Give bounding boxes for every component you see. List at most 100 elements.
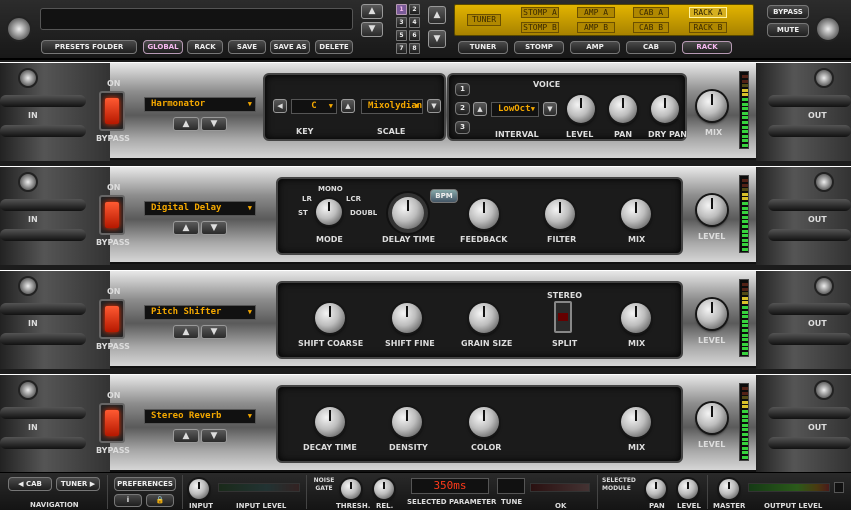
bpm-button[interactable]: BPM	[430, 189, 458, 203]
tab-tuner[interactable]: TUNER	[458, 41, 508, 54]
preset-up-button[interactable]: ▲	[361, 4, 383, 19]
chain-amp-b[interactable]: AMP B	[577, 22, 615, 33]
voice-2-button[interactable]: 2	[455, 102, 470, 115]
nav-cab-button[interactable]: ◀ CAB	[8, 477, 52, 491]
key-select[interactable]: C	[291, 99, 337, 114]
bank-down-button[interactable]: ▼	[428, 30, 446, 48]
color-knob[interactable]	[469, 407, 499, 437]
tab-amp[interactable]: AMP	[570, 41, 620, 54]
chain-stomp-a[interactable]: STOMP A	[521, 7, 559, 18]
feedback-knob[interactable]	[469, 199, 499, 229]
pitch-mix-knob[interactable]	[621, 303, 651, 333]
bypass-switch[interactable]	[99, 299, 125, 339]
bank-7[interactable]: 7	[396, 43, 407, 54]
mix-knob[interactable]	[697, 91, 727, 121]
level-knob[interactable]	[697, 403, 727, 433]
save-as-button[interactable]: SAVE AS	[270, 40, 310, 54]
shift-coarse-knob[interactable]	[315, 303, 345, 333]
effect-select[interactable]: Stereo Reverb	[144, 409, 256, 424]
dry-pan-knob[interactable]	[651, 95, 679, 123]
chain-rack-a[interactable]: RACK A	[689, 7, 727, 18]
stereo-split-switch[interactable]	[554, 301, 572, 333]
scale-up-button[interactable]: ▲	[341, 99, 355, 113]
delay-mix-knob[interactable]	[621, 199, 651, 229]
feedback-label: FEEDBACK	[460, 235, 508, 244]
grain-size-knob[interactable]	[469, 303, 499, 333]
module-level-knob[interactable]	[678, 479, 698, 499]
density-knob[interactable]	[392, 407, 422, 437]
chain-amp-a[interactable]: AMP A	[577, 7, 615, 18]
effect-select[interactable]: Digital Delay	[144, 201, 256, 216]
master-knob[interactable]	[719, 479, 739, 499]
bank-8[interactable]: 8	[409, 43, 420, 54]
effect-prev-button[interactable]: ▲	[173, 117, 199, 131]
voice-3-button[interactable]: 3	[455, 121, 470, 134]
effect-prev-button[interactable]: ▲	[173, 429, 199, 443]
interval-select[interactable]: LowOct	[491, 102, 539, 117]
meter-segment	[742, 446, 748, 450]
scale-down-button[interactable]: ▼	[427, 99, 441, 113]
delay-time-knob[interactable]	[392, 197, 424, 229]
nav-tuner-button[interactable]: TUNER ▶	[56, 477, 100, 491]
preferences-button[interactable]: PREFERENCES	[114, 477, 176, 491]
rack-button[interactable]: RACK	[187, 40, 223, 54]
global-button[interactable]: GLOBAL	[143, 40, 183, 54]
level-knob[interactable]	[697, 299, 727, 329]
mode-knob[interactable]	[316, 199, 342, 225]
thresh-knob[interactable]	[341, 479, 361, 499]
delete-button[interactable]: DELETE	[315, 40, 353, 54]
tab-rack[interactable]: RACK	[682, 41, 732, 54]
interval-down-button[interactable]: ▼	[543, 102, 557, 116]
level-knob[interactable]	[697, 195, 727, 225]
bank-1[interactable]: 1	[396, 4, 407, 15]
effect-next-button[interactable]: ▼	[201, 221, 227, 235]
bank-6[interactable]: 6	[409, 30, 420, 41]
effect-prev-button[interactable]: ▲	[173, 325, 199, 339]
preset-down-button[interactable]: ▼	[361, 22, 383, 37]
reverb-mix-knob[interactable]	[621, 407, 651, 437]
rack-screw	[18, 276, 38, 296]
input-knob[interactable]	[189, 479, 209, 499]
info-button[interactable]: i	[114, 494, 142, 507]
global-bypass-button[interactable]: BYPASS	[767, 5, 809, 19]
bank-5[interactable]: 5	[396, 30, 407, 41]
module-pan-knob[interactable]	[646, 479, 666, 499]
meter-segment	[742, 75, 748, 78]
effect-next-button[interactable]: ▼	[201, 429, 227, 443]
effect-next-button[interactable]: ▼	[201, 117, 227, 131]
bypass-switch[interactable]	[99, 403, 125, 443]
shift-fine-knob[interactable]	[392, 303, 422, 333]
chain-tuner[interactable]: TUNER	[467, 14, 501, 26]
interval-up-button[interactable]: ▲	[473, 102, 487, 116]
voice-pan-knob[interactable]	[609, 95, 637, 123]
decay-time-knob[interactable]	[315, 407, 345, 437]
effect-prev-button[interactable]: ▲	[173, 221, 199, 235]
bypass-switch[interactable]	[99, 91, 125, 131]
save-button[interactable]: SAVE	[228, 40, 266, 54]
chain-rack-b[interactable]: RACK B	[689, 22, 727, 33]
effect-next-button[interactable]: ▼	[201, 325, 227, 339]
bank-4[interactable]: 4	[409, 17, 420, 28]
chain-cab-b[interactable]: CAB B	[633, 22, 669, 33]
bank-3[interactable]: 3	[396, 17, 407, 28]
rel-knob[interactable]	[374, 479, 394, 499]
tab-stomp[interactable]: STOMP	[514, 41, 564, 54]
filter-knob[interactable]	[545, 199, 575, 229]
bank-2[interactable]: 2	[409, 4, 420, 15]
preset-name-field[interactable]	[40, 8, 353, 30]
chain-cab-a[interactable]: CAB A	[633, 7, 669, 18]
tab-cab[interactable]: CAB	[626, 41, 676, 54]
lock-icon[interactable]: 🔒	[146, 494, 174, 507]
global-mute-button[interactable]: MUTE	[767, 23, 809, 37]
voice-level-knob[interactable]	[567, 95, 595, 123]
voice-1-button[interactable]: 1	[455, 83, 470, 96]
bypass-switch[interactable]	[99, 195, 125, 235]
shift-coarse-label: SHIFT COARSE	[298, 339, 364, 348]
presets-folder-button[interactable]: PRESETS FOLDER	[41, 40, 137, 54]
bank-up-button[interactable]: ▲	[428, 6, 446, 24]
effect-select[interactable]: Harmonator	[144, 97, 256, 112]
effect-select[interactable]: Pitch Shifter	[144, 305, 256, 320]
chain-stomp-b[interactable]: STOMP B	[521, 22, 559, 33]
scale-select[interactable]: Mixolydian	[361, 99, 423, 114]
key-down-button[interactable]: ◀	[273, 99, 287, 113]
